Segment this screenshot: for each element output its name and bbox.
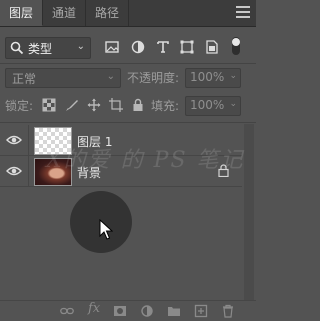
filter-row: 类型 ⌄: [0, 37, 256, 59]
lock-all-icon[interactable]: [131, 98, 145, 112]
blend-mode-select[interactable]: 正常 ⌄: [5, 68, 121, 88]
blend-row: 正常 ⌄ 不透明度: 100% ⌄: [0, 68, 256, 88]
type-filter-icon[interactable]: [155, 39, 171, 55]
delete-layer-icon[interactable]: [221, 304, 235, 318]
chevron-down-icon: ⌄: [106, 71, 115, 82]
fill-value: 100%: [190, 98, 225, 112]
shape-filter-icon[interactable]: [179, 39, 195, 55]
new-group-icon[interactable]: [167, 304, 181, 318]
visibility-eye-icon[interactable]: [6, 133, 22, 147]
pixel-filter-icon[interactable]: [104, 39, 120, 55]
watermark-text: X的爱 的 PS 笔记: [46, 148, 245, 173]
opacity-field[interactable]: 100% ⌄: [185, 68, 241, 88]
adjustment-filter-icon[interactable]: [130, 39, 146, 55]
search-icon: [10, 41, 24, 55]
chevron-down-icon: ⌄: [229, 71, 237, 81]
new-layer-icon[interactable]: [194, 304, 208, 318]
fill-field[interactable]: 100% ⌄: [185, 96, 241, 116]
layer-filter-select[interactable]: 类型 ⌄: [5, 37, 91, 59]
add-mask-icon[interactable]: [113, 304, 127, 318]
fill-label: 填充:: [151, 99, 180, 113]
link-layers-icon[interactable]: [60, 304, 74, 318]
lock-position-icon[interactable]: [87, 98, 101, 112]
panel-tab-bar: 图层 通道 路径: [0, 0, 256, 27]
divider: [0, 122, 256, 123]
mouse-cursor-icon: [99, 219, 113, 240]
panel-menu-icon[interactable]: [236, 6, 250, 18]
tab-layers[interactable]: 图层: [0, 0, 44, 26]
visibility-eye-icon[interactable]: [6, 164, 22, 178]
opacity-label: 不透明度:: [127, 71, 180, 85]
opacity-value: 100%: [190, 70, 225, 84]
lock-image-pixels-icon[interactable]: [65, 98, 79, 112]
layer-style-icon[interactable]: fx: [88, 301, 100, 316]
lock-row: 锁定: 填充: 100% ⌄: [0, 96, 256, 116]
lock-transparent-pixels-icon[interactable]: [42, 98, 56, 112]
lock-label: 锁定:: [5, 99, 34, 113]
chevron-down-icon: ⌄: [229, 99, 237, 109]
blend-mode-value: 正常: [12, 72, 37, 86]
layer-scrollbar[interactable]: [244, 124, 254, 300]
tab-channels[interactable]: 通道: [43, 0, 87, 26]
smart-object-filter-icon[interactable]: [204, 39, 220, 55]
layer-actions-bar: fx: [0, 300, 256, 321]
tab-paths[interactable]: 路径: [86, 0, 130, 26]
filter-toggle[interactable]: [232, 37, 240, 55]
filter-kind-label: 类型: [28, 41, 53, 56]
adjustment-layer-icon[interactable]: [140, 304, 154, 318]
lock-artboard-icon[interactable]: [109, 98, 123, 112]
chevron-down-icon: ⌄: [76, 41, 85, 52]
divider: [0, 63, 256, 64]
